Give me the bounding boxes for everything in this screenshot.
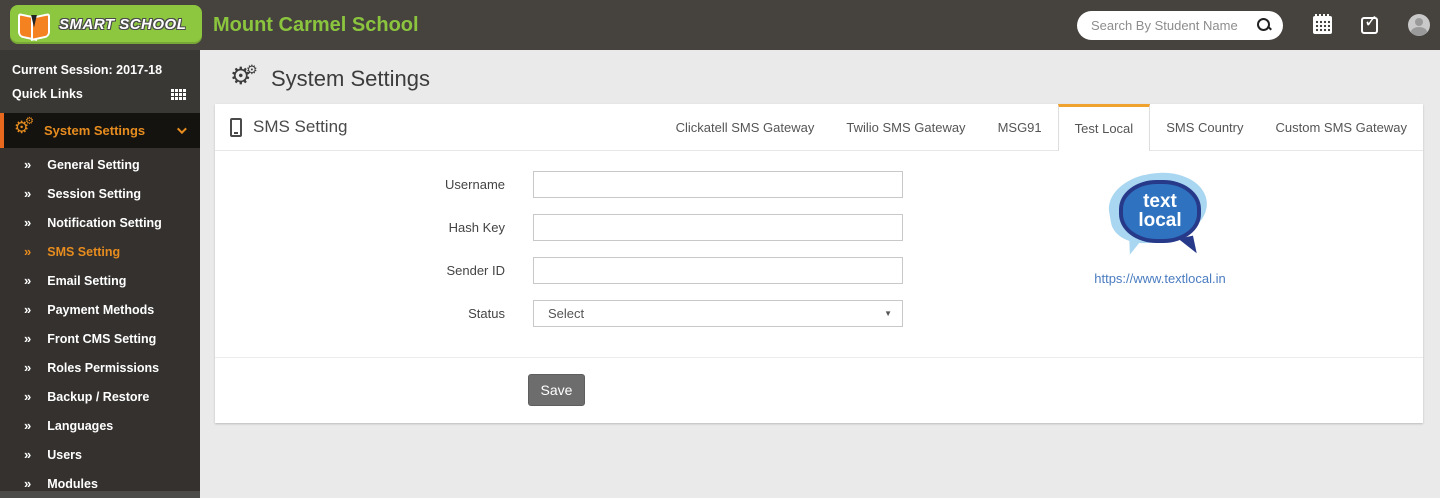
double-chevron-icon: » xyxy=(24,273,30,288)
sender-id-row: Sender ID xyxy=(215,257,1423,284)
sidebar-bottom-strip xyxy=(0,491,200,498)
username-input[interactable] xyxy=(533,171,903,198)
sidebar-item-system-settings[interactable]: ⚙⚙ System Settings xyxy=(0,113,200,148)
textlocal-logo: text local xyxy=(1105,169,1215,261)
textlocal-vendor-block: text local https://www.textlocal.in xyxy=(1080,169,1240,286)
sms-gateway-tabs: Clickatell SMS Gateway Twilio SMS Gatewa… xyxy=(660,104,1423,150)
school-name-title: Mount Carmel School xyxy=(213,0,419,50)
sidebar-item-payment-methods[interactable]: »Payment Methods xyxy=(0,295,200,324)
mobile-phone-icon xyxy=(230,118,242,137)
speech-bubble-front-icon: text local xyxy=(1119,180,1201,243)
search-input[interactable] xyxy=(1091,18,1256,33)
tab-twilio-sms-gateway[interactable]: Twilio SMS Gateway xyxy=(830,104,981,150)
sidebar-item-email-setting[interactable]: »Email Setting xyxy=(0,266,200,295)
status-select[interactable]: Select ▼ xyxy=(533,300,903,327)
top-header: SMART SCHOOL Mount Carmel School xyxy=(0,0,1440,50)
sidebar-submenu: »General Setting »Session Setting »Notif… xyxy=(0,148,200,498)
double-chevron-icon: » xyxy=(24,244,30,259)
header-actions xyxy=(1077,0,1430,50)
double-chevron-icon: » xyxy=(24,331,30,346)
gears-icon: ⚙⚙ xyxy=(14,122,36,140)
student-search xyxy=(1077,11,1283,40)
double-chevron-icon: » xyxy=(24,215,30,230)
sidebar-item-backup-restore[interactable]: »Backup / Restore xyxy=(0,382,200,411)
status-label: Status xyxy=(215,306,533,321)
book-logo-icon xyxy=(18,12,50,38)
double-chevron-icon: » xyxy=(24,476,30,491)
search-icon[interactable] xyxy=(1256,17,1272,33)
tab-custom-sms-gateway[interactable]: Custom SMS Gateway xyxy=(1260,104,1424,150)
select-arrow-icon: ▼ xyxy=(884,309,892,318)
tab-test-local[interactable]: Test Local xyxy=(1058,104,1151,151)
calendar-icon[interactable] xyxy=(1313,16,1332,34)
sidebar-item-sms-setting[interactable]: »SMS Setting xyxy=(0,237,200,266)
gears-icon: ⚙⚙ xyxy=(230,67,260,91)
sender-id-input[interactable] xyxy=(533,257,903,284)
hash-key-label: Hash Key xyxy=(215,220,533,235)
sidebar-item-general-setting[interactable]: »General Setting xyxy=(0,150,200,179)
card-title: SMS Setting xyxy=(215,104,348,150)
double-chevron-icon: » xyxy=(24,360,30,375)
username-label: Username xyxy=(215,177,533,192)
chevron-down-icon xyxy=(177,124,187,134)
double-chevron-icon: » xyxy=(24,447,30,462)
sender-id-label: Sender ID xyxy=(215,263,533,278)
status-row: Status Select ▼ xyxy=(215,300,1423,327)
sidebar: Current Session: 2017-18 Quick Links ⚙⚙ … xyxy=(0,50,200,498)
sidebar-item-front-cms-setting[interactable]: »Front CMS Setting xyxy=(0,324,200,353)
username-row: Username xyxy=(215,171,1423,198)
sidebar-parent-label: System Settings xyxy=(44,123,145,138)
sidebar-item-roles-permissions[interactable]: »Roles Permissions xyxy=(0,353,200,382)
logo-text: SMART SCHOOL xyxy=(59,16,186,33)
tab-clickatell-sms-gateway[interactable]: Clickatell SMS Gateway xyxy=(660,104,831,150)
sidebar-item-session-setting[interactable]: »Session Setting xyxy=(0,179,200,208)
double-chevron-icon: » xyxy=(24,186,30,201)
textlocal-link[interactable]: https://www.textlocal.in xyxy=(1080,271,1240,286)
hash-key-row: Hash Key xyxy=(215,214,1423,241)
sidebar-item-users[interactable]: »Users xyxy=(0,440,200,469)
sidebar-item-notification-setting[interactable]: »Notification Setting xyxy=(0,208,200,237)
card-body: Username Hash Key Sender ID Status Selec… xyxy=(215,151,1423,358)
card-footer: Save xyxy=(215,358,1423,422)
status-selected-value: Select xyxy=(548,306,584,321)
quick-links[interactable]: Quick Links xyxy=(0,78,200,113)
double-chevron-icon: » xyxy=(24,157,30,172)
main-content: ⚙⚙ System Settings SMS Setting Clickatel… xyxy=(200,50,1440,498)
quick-links-label: Quick Links xyxy=(12,87,83,101)
grid-icon xyxy=(171,89,186,100)
page-title: ⚙⚙ System Settings xyxy=(200,50,1440,92)
tab-msg91[interactable]: MSG91 xyxy=(982,104,1058,150)
card-header: SMS Setting Clickatell SMS Gateway Twili… xyxy=(215,104,1423,151)
double-chevron-icon: » xyxy=(24,389,30,404)
save-button[interactable]: Save xyxy=(528,374,585,406)
double-chevron-icon: » xyxy=(24,302,30,317)
user-avatar[interactable] xyxy=(1408,14,1430,36)
double-chevron-icon: » xyxy=(24,418,30,433)
app-root: SMART SCHOOL Mount Carmel School Current… xyxy=(0,0,1440,498)
hash-key-input[interactable] xyxy=(533,214,903,241)
sidebar-item-languages[interactable]: »Languages xyxy=(0,411,200,440)
tasks-check-icon[interactable] xyxy=(1361,17,1378,34)
sms-setting-card: SMS Setting Clickatell SMS Gateway Twili… xyxy=(215,104,1423,423)
smart-school-logo[interactable]: SMART SCHOOL xyxy=(10,5,202,44)
tab-sms-country[interactable]: SMS Country xyxy=(1150,104,1259,150)
current-session-label: Current Session: 2017-18 xyxy=(0,50,200,78)
